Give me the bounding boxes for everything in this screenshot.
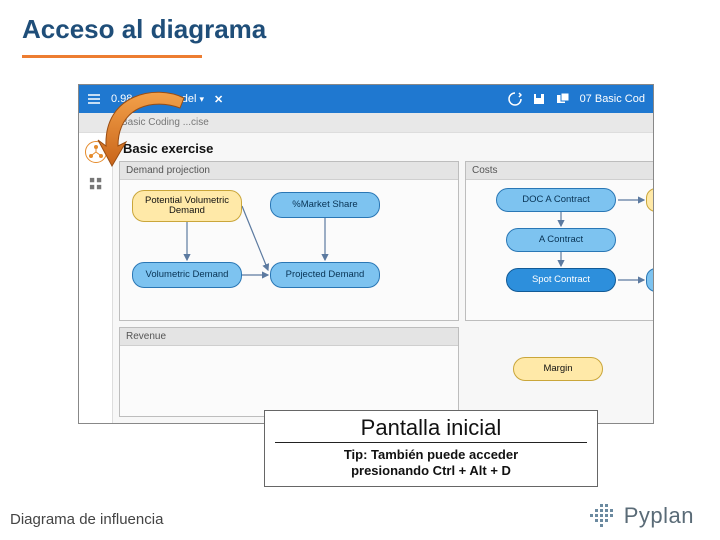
node-projected-demand[interactable]: Projected Demand xyxy=(270,262,380,288)
recycle-icon[interactable] xyxy=(508,92,522,106)
panel-demand-header: Demand projection xyxy=(120,162,458,180)
caption-tip-line2: presionando Ctrl + Alt + D xyxy=(351,463,511,478)
panel-costs: Costs DOC A Contract A Contract Spot Con… xyxy=(465,161,654,321)
panel-demand: Demand projection Potential Volumetric D… xyxy=(119,161,459,321)
caption-title: Pantalla inicial xyxy=(275,413,587,443)
save-as-icon[interactable] xyxy=(556,92,570,106)
caption-tip: Tip: También puede acceder presionando C… xyxy=(265,445,597,486)
save-icon[interactable] xyxy=(532,92,546,106)
breadcrumb-bar: Basic Coding ...cise xyxy=(79,113,653,133)
grid-view-button[interactable] xyxy=(85,173,107,195)
caption-tip-line1: Tip: También puede acceder xyxy=(344,447,518,462)
brand-logo-icon xyxy=(588,502,616,530)
node-market-share[interactable]: %Market Share xyxy=(270,192,380,218)
brand-text: Pyplan xyxy=(624,503,694,529)
slide-title: Acceso al diagrama xyxy=(0,0,720,49)
node-doc-a-contract[interactable]: DOC A Contract xyxy=(496,188,616,212)
brand: Pyplan xyxy=(588,502,694,530)
model-menu-label: Model xyxy=(166,93,196,105)
panel-costs-header: Costs xyxy=(466,162,654,180)
demand-arrows xyxy=(120,162,458,320)
app-screenshot: 0.98 Model ▾ ✕ 07 Basic Cod Basic Codin xyxy=(78,84,654,424)
diagram-view-button[interactable] xyxy=(85,141,107,163)
node-volumetric-demand[interactable]: Volumetric Demand xyxy=(132,262,242,288)
node-extra-top[interactable] xyxy=(646,188,654,212)
node-spot-contract[interactable]: Spot Contract xyxy=(506,268,616,292)
panel-revenue-header: Revenue xyxy=(120,328,458,346)
side-rail xyxy=(79,133,113,423)
diagram-canvas[interactable]: Basic exercise Demand projection Potenti… xyxy=(113,133,653,423)
file-name-label: 07 Basic Cod xyxy=(580,93,645,105)
module-title: Basic exercise xyxy=(121,139,645,162)
node-margin[interactable]: Margin xyxy=(513,357,603,381)
node-a-contract[interactable]: A Contract xyxy=(506,228,616,252)
breadcrumb[interactable]: Basic Coding ...cise xyxy=(121,117,209,128)
chevron-down-icon: ▾ xyxy=(199,94,204,104)
footer-label: Diagrama de influencia xyxy=(10,511,163,528)
panel-revenue: Revenue xyxy=(119,327,459,417)
node-extra-bottom[interactable] xyxy=(646,268,654,292)
model-menu[interactable]: Model ▾ xyxy=(166,93,204,105)
hamburger-icon[interactable] xyxy=(87,92,101,106)
caption-box: Pantalla inicial Tip: También puede acce… xyxy=(264,410,598,487)
title-underline xyxy=(22,55,202,58)
app-toolbar: 0.98 Model ▾ ✕ 07 Basic Cod xyxy=(79,85,653,113)
close-tab-button[interactable]: ✕ xyxy=(214,93,223,106)
content-area: Basic exercise Demand projection Potenti… xyxy=(79,133,653,423)
home-icon[interactable] xyxy=(142,92,156,106)
version-label: 0.98 xyxy=(111,93,132,105)
node-potential-volumetric-demand[interactable]: Potential Volumetric Demand xyxy=(132,190,242,222)
